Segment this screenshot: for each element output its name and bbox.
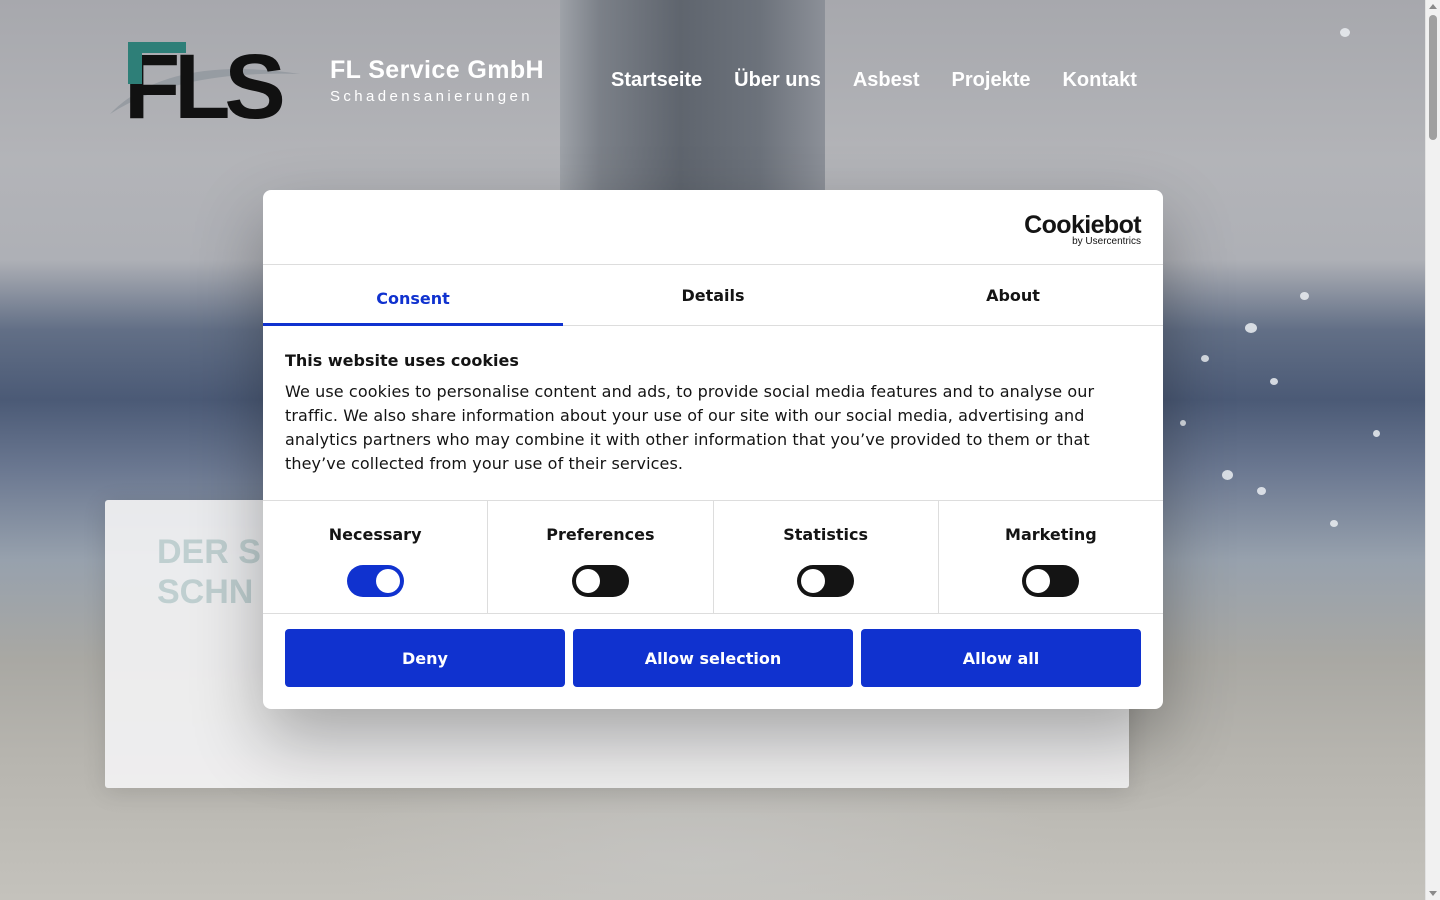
dialog-buttons: Deny Allow selection Allow all [285, 629, 1141, 687]
tab-details[interactable]: Details [563, 266, 863, 325]
category-label: Marketing [1005, 525, 1097, 544]
category-preferences: Preferences [488, 501, 714, 613]
allow-all-button[interactable]: Allow all [861, 629, 1141, 687]
hero-speck [1330, 520, 1338, 527]
tab-consent[interactable]: Consent [263, 266, 563, 326]
hero-speck [1300, 292, 1309, 300]
page-scrollbar[interactable] [1425, 0, 1440, 900]
brand-block[interactable]: FL Service GmbH Schadensanierungen [330, 55, 544, 107]
statistics-toggle[interactable] [797, 565, 855, 597]
fls-logo-icon: FLS [110, 36, 300, 138]
dialog-tabs: Consent Details About [263, 266, 1163, 326]
site-logo[interactable]: FLS [108, 36, 308, 138]
scroll-down-arrow-icon[interactable] [1429, 891, 1437, 896]
brand-tagline: Schadensanierungen [330, 88, 533, 105]
nav-link-asbest[interactable]: Asbest [853, 66, 920, 94]
dialog-body: This website uses cookies We use cookies… [285, 350, 1141, 476]
hero-speck [1270, 378, 1278, 385]
dialog-title: This website uses cookies [285, 351, 519, 370]
category-marketing: Marketing [939, 501, 1163, 613]
toggle-knob [575, 569, 600, 593]
nav-link-kontakt[interactable]: Kontakt [1062, 66, 1136, 94]
hero-heading-line: SCHN [157, 573, 254, 611]
hero-speck [1245, 323, 1257, 333]
tab-about[interactable]: About [863, 266, 1163, 325]
category-statistics: Statistics [714, 501, 939, 613]
category-label: Preferences [546, 525, 655, 544]
hero-pillar-image [560, 0, 825, 190]
preferences-toggle[interactable] [571, 565, 629, 597]
marketing-toggle[interactable] [1022, 565, 1080, 597]
cookiebot-logo: Cookiebot by Usercentrics [1024, 212, 1141, 247]
main-nav: Startseite Über uns Asbest Projekte Kont… [611, 66, 1137, 94]
allow-selection-button[interactable]: Allow selection [573, 629, 853, 687]
hero-speck [1180, 420, 1186, 426]
toggle-knob [801, 569, 826, 593]
hero-speck [1373, 430, 1380, 437]
scroll-thumb[interactable] [1429, 15, 1437, 140]
hero-speck [1257, 487, 1266, 495]
toggle-knob [375, 569, 400, 593]
dialog-description: We use cookies to personalise content an… [285, 382, 1095, 473]
category-label: Statistics [783, 525, 868, 544]
category-label: Necessary [328, 525, 422, 544]
hero-speck [1201, 355, 1209, 362]
dialog-header: Cookiebot by Usercentrics [263, 190, 1163, 265]
necessary-toggle[interactable] [346, 565, 404, 597]
hero-heading-line: DER S [157, 533, 261, 571]
hero-speck [1222, 470, 1233, 480]
category-necessary: Necessary [263, 501, 489, 613]
cookie-categories: Necessary Preferences Statistics Marketi… [263, 500, 1163, 614]
cookiebot-wordmark: Cookiebot [1024, 211, 1141, 239]
nav-link-projekte[interactable]: Projekte [952, 66, 1031, 94]
cookie-consent-dialog: Cookiebot by Usercentrics Consent Detail… [263, 190, 1163, 709]
hero-speck [1340, 28, 1350, 37]
brand-name: FL Service GmbH [330, 56, 544, 84]
toggle-knob [1026, 569, 1051, 593]
hero-heading: DER S SCHN [157, 532, 265, 612]
scroll-up-arrow-icon[interactable] [1429, 4, 1437, 9]
deny-button[interactable]: Deny [285, 629, 565, 687]
nav-link-ueber-uns[interactable]: Über uns [734, 66, 821, 94]
nav-link-startseite[interactable]: Startseite [611, 66, 702, 94]
